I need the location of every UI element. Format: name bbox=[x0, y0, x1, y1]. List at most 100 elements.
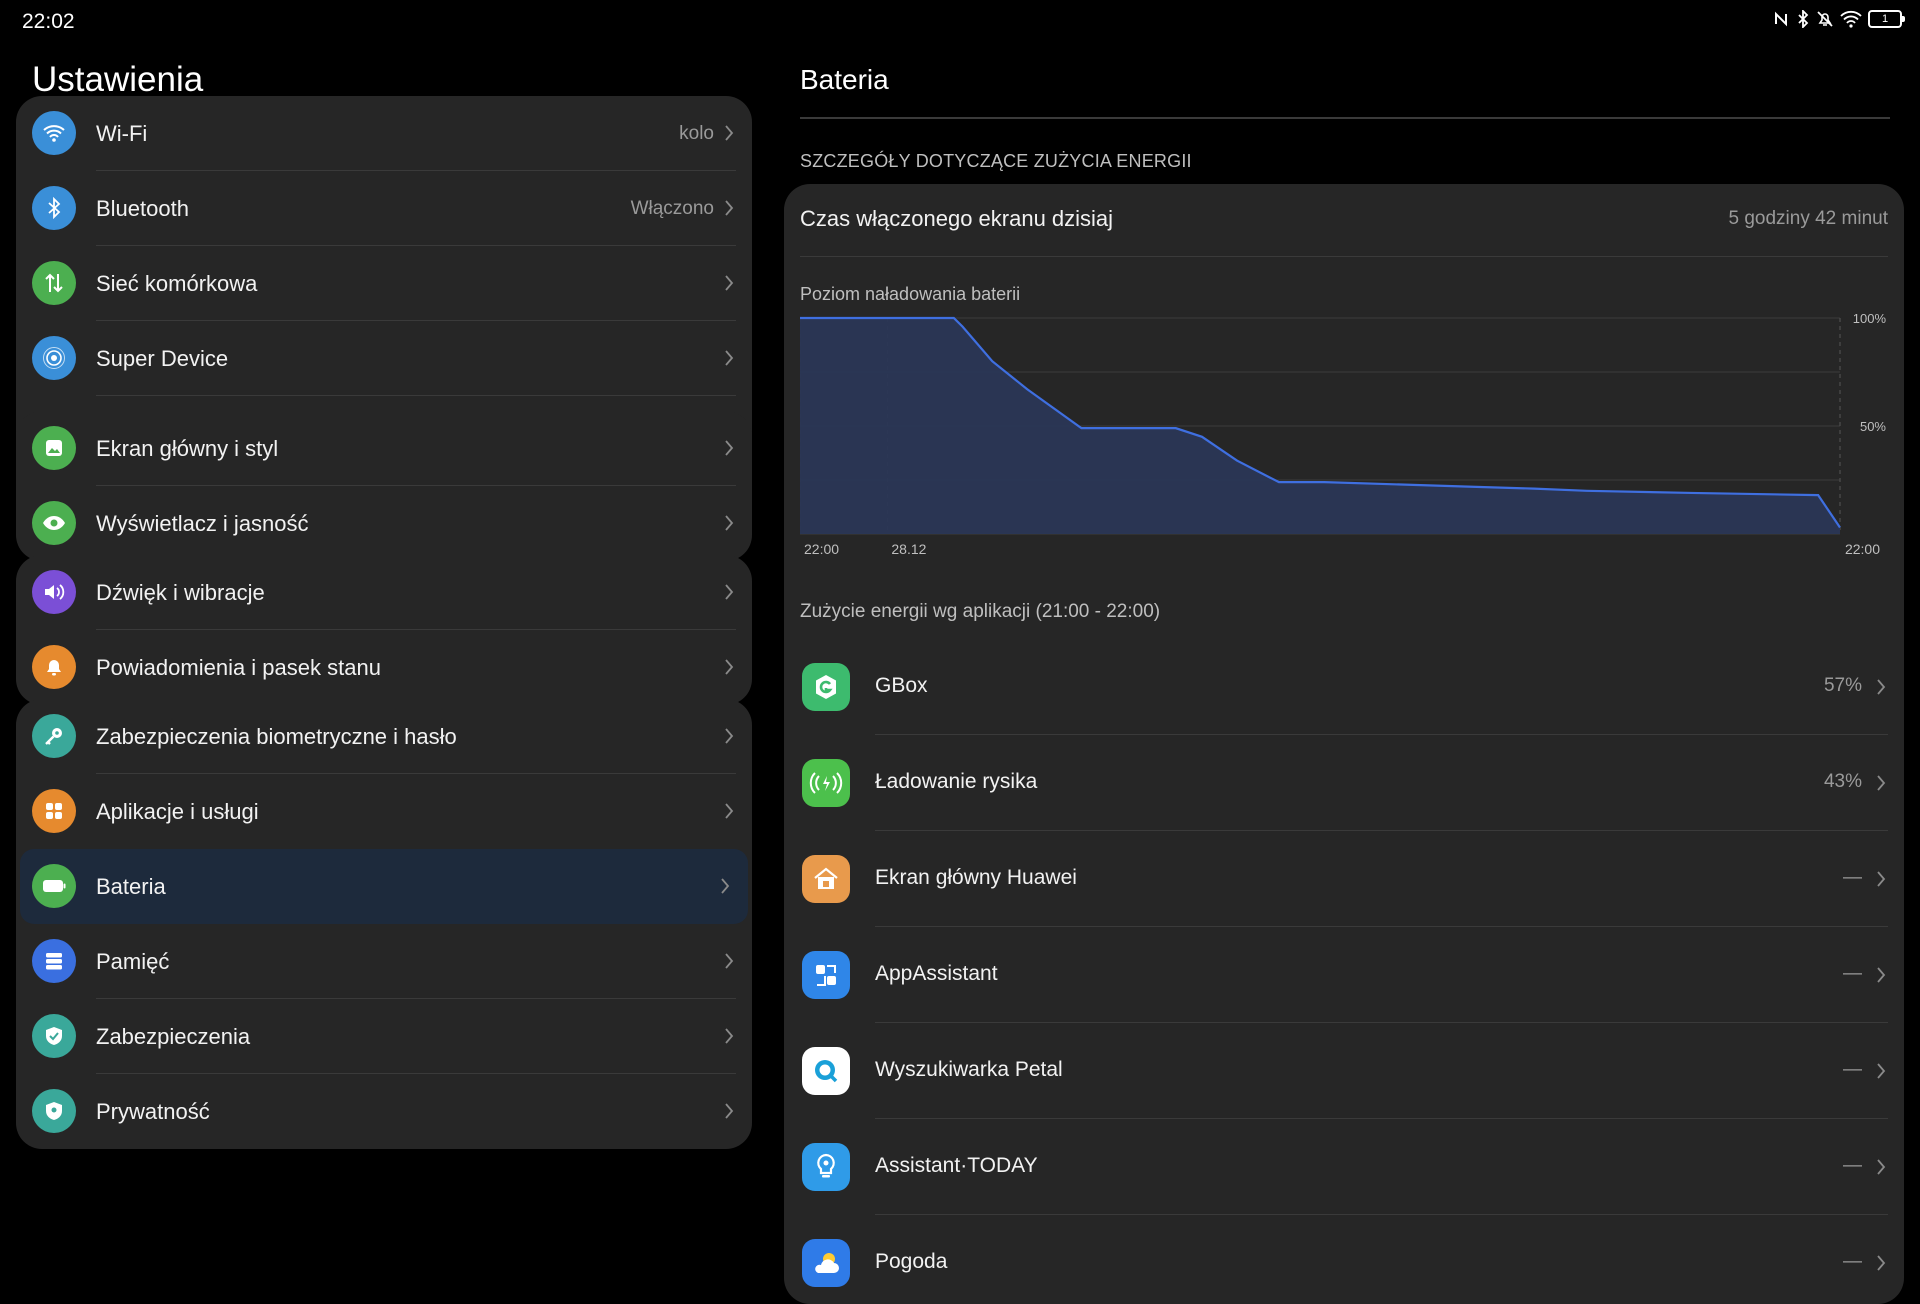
settings-item-storage[interactable]: Pamięć bbox=[16, 924, 752, 999]
app-name: Ładowanie rysika bbox=[875, 770, 1038, 793]
settings-item-label: Bateria bbox=[96, 873, 166, 899]
app-usage-row[interactable]: Ładowanie rysika 43% bbox=[800, 735, 1888, 831]
speaker-icon bbox=[32, 570, 76, 614]
settings-item-wifi[interactable]: Wi-Fi kolo bbox=[16, 96, 752, 171]
app-usage-row[interactable]: Wyszukiwarka Petal — bbox=[800, 1023, 1888, 1119]
app-usage-row[interactable]: AppAssistant — bbox=[800, 927, 1888, 1023]
app-name: GBox bbox=[875, 674, 928, 697]
settings-item-privacy[interactable]: Prywatność bbox=[16, 1074, 752, 1149]
wifi-icon bbox=[1840, 10, 1862, 28]
privacy-icon bbox=[32, 1089, 76, 1133]
settings-item-label: Powiadomienia i pasek stanu bbox=[96, 654, 381, 680]
eye-icon bbox=[32, 501, 76, 545]
settings-group: Zabezpieczenia biometryczne i hasło Aplik… bbox=[16, 699, 752, 1149]
screen-time-row[interactable]: Czas włączonego ekranu dzisiaj 5 godziny… bbox=[800, 184, 1888, 257]
chevron-right-icon bbox=[1876, 774, 1886, 792]
settings-item-label: Wyświetlacz i jasność bbox=[96, 510, 309, 536]
settings-item-label: Zabezpieczenia bbox=[96, 1023, 251, 1049]
wifi-icon bbox=[32, 111, 76, 155]
bell-icon bbox=[32, 645, 76, 689]
settings-panel: Ustawienia Wi-Fi kolo Bluetooth Włączono Sie… bbox=[0, 44, 768, 1280]
settings-item-value: kolo bbox=[679, 122, 714, 144]
chevron-right-icon bbox=[1876, 1158, 1886, 1176]
status-icons: 1 bbox=[1772, 10, 1905, 28]
energy-details-card: Czas włączonego ekranu dzisiaj 5 godziny… bbox=[784, 184, 1904, 1304]
picture-icon bbox=[32, 426, 76, 470]
key-icon bbox=[32, 714, 76, 758]
settings-item-label: Bluetooth bbox=[96, 195, 189, 221]
settings-title: Ustawienia bbox=[32, 60, 204, 99]
settings-item-super-device[interactable]: Super Device bbox=[16, 321, 752, 396]
bluetooth-icon bbox=[1798, 10, 1809, 28]
super-device-icon bbox=[32, 336, 76, 380]
settings-item-label: Prywatność bbox=[96, 1098, 210, 1124]
gbox-icon bbox=[802, 663, 850, 711]
chevron-right-icon bbox=[1876, 966, 1886, 984]
x-tick-label: 28.12 bbox=[891, 541, 926, 557]
mute-icon bbox=[1817, 11, 1833, 27]
battery-level-chart[interactable]: 100% 50% 22:00 28.12 22:00 bbox=[800, 312, 1890, 572]
settings-item-label: Super Device bbox=[96, 345, 229, 371]
chevron-right-icon bbox=[724, 439, 734, 457]
app-usage-row[interactable]: GBox 57% bbox=[800, 639, 1888, 735]
app-usage-row[interactable]: Pogoda — bbox=[800, 1215, 1888, 1304]
nfc-icon bbox=[1775, 11, 1787, 27]
chevron-right-icon bbox=[1876, 1254, 1886, 1272]
app-name: AppAssistant bbox=[875, 962, 998, 985]
storage-icon bbox=[32, 939, 76, 983]
settings-item-label: Aplikacje i usługi bbox=[96, 798, 259, 824]
status-battery-level: 1 bbox=[1881, 13, 1889, 25]
settings-item-battery[interactable]: Bateria bbox=[20, 849, 748, 924]
settings-group: Ekran główny i styl Wyświetlacz i jasność bbox=[16, 411, 752, 561]
app-name: Wyszukiwarka Petal bbox=[875, 1058, 1063, 1081]
app-usage-percent: — bbox=[1843, 867, 1862, 888]
x-tick-label: 22:00 bbox=[1845, 541, 1880, 557]
app-usage-percent: — bbox=[1843, 963, 1862, 984]
settings-item-security[interactable]: Zabezpieczenia bbox=[16, 999, 752, 1074]
app-usage-percent: 43% bbox=[1823, 771, 1862, 792]
settings-group: Dźwięk i wibracje Powiadomienia i pasek s… bbox=[16, 555, 752, 705]
status-time: 22:02 bbox=[22, 10, 75, 33]
settings-item-biometrics-password[interactable]: Zabezpieczenia biometryczne i hasło bbox=[16, 699, 752, 774]
app-usage-row[interactable]: Assistant·TODAY — bbox=[800, 1119, 1888, 1215]
app-usage-row[interactable]: Ekran główny Huawei — bbox=[800, 831, 1888, 927]
page-title: Bateria bbox=[800, 64, 889, 95]
chevron-right-icon bbox=[1876, 870, 1886, 888]
shield-icon bbox=[32, 1014, 76, 1058]
settings-item-sound-vibration[interactable]: Dźwięk i wibracje bbox=[16, 555, 752, 630]
mobile-data-icon bbox=[32, 261, 76, 305]
section-header: SZCZEGÓŁY DOTYCZĄCE ZUŻYCIA ENERGII bbox=[800, 151, 1192, 171]
screen-time-label: Czas włączonego ekranu dzisiaj bbox=[800, 206, 1114, 231]
app-usage-percent: — bbox=[1843, 1155, 1862, 1176]
screen-time-value: 5 godziny 42 minut bbox=[1728, 208, 1889, 229]
apps-grid-icon bbox=[32, 789, 76, 833]
battery-panel: Bateria SZCZEGÓŁY DOTYCZĄCE ZUŻYCIA ENER… bbox=[768, 44, 1920, 1304]
settings-item-label: Sieć komórkowa bbox=[96, 270, 258, 296]
settings-item-home-screen-style[interactable]: Ekran główny i styl bbox=[16, 411, 752, 486]
home-icon bbox=[802, 855, 850, 903]
settings-item-bluetooth[interactable]: Bluetooth Włączono bbox=[16, 171, 752, 246]
stylus-charging-icon bbox=[802, 759, 850, 807]
settings-item-display-brightness[interactable]: Wyświetlacz i jasność bbox=[16, 486, 752, 561]
settings-item-label: Zabezpieczenia biometryczne i hasło bbox=[96, 723, 457, 749]
app-name: Assistant·TODAY bbox=[875, 1154, 1038, 1177]
settings-item-label: Dźwięk i wibracje bbox=[96, 579, 265, 605]
chevron-right-icon bbox=[724, 1027, 734, 1045]
chevron-right-icon bbox=[724, 658, 734, 676]
chevron-right-icon bbox=[724, 274, 734, 292]
app-usage-percent: — bbox=[1843, 1059, 1862, 1080]
chevron-right-icon bbox=[724, 514, 734, 532]
chevron-right-icon bbox=[724, 199, 734, 217]
x-tick-label: 22:00 bbox=[804, 541, 839, 557]
battery-icon bbox=[32, 864, 76, 908]
chevron-right-icon bbox=[724, 1102, 734, 1120]
settings-item-apps-services[interactable]: Aplikacje i usługi bbox=[16, 774, 752, 849]
app-name: Pogoda bbox=[875, 1250, 948, 1273]
lightbulb-icon bbox=[802, 1143, 850, 1191]
chevron-right-icon bbox=[724, 349, 734, 367]
app-usage-list: GBox 57% Ładowanie rysika 43% Ekran główny H… bbox=[800, 639, 1888, 1304]
chevron-right-icon bbox=[724, 802, 734, 820]
settings-item-notifications[interactable]: Powiadomienia i pasek stanu bbox=[16, 630, 752, 705]
usage-title: Zużycie energii wg aplikacji (21:00 - 22… bbox=[800, 601, 1161, 622]
settings-item-mobile-network[interactable]: Sieć komórkowa bbox=[16, 246, 752, 321]
